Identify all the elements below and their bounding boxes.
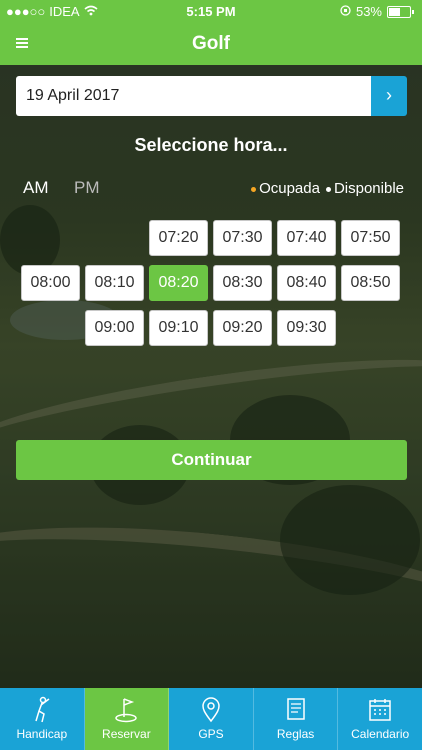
time-slot[interactable]: 07:30 — [213, 220, 272, 256]
time-slot[interactable]: 08:00 — [21, 265, 80, 301]
next-date-button[interactable]: › — [371, 76, 407, 116]
chevron-right-icon: › — [386, 85, 392, 105]
background-overlay — [0, 65, 422, 688]
time-slot[interactable]: 09:10 — [149, 310, 208, 346]
orientation-lock-icon — [340, 4, 351, 19]
time-slot[interactable]: 08:10 — [85, 265, 144, 301]
status-bar: ●●●○○ IDEA 5:15 PM 53% — [0, 0, 422, 22]
flag-hole-icon — [112, 696, 140, 724]
am-toggle[interactable]: AM — [23, 178, 49, 198]
time-slot[interactable]: 08:40 — [277, 265, 336, 301]
tab-calendario[interactable]: Calendario — [338, 688, 422, 750]
available-dot-icon — [325, 186, 331, 192]
battery-icon — [387, 5, 411, 18]
continue-button[interactable]: Continuar — [16, 440, 407, 480]
legend-occupied: Ocupada — [251, 180, 320, 197]
tab-label: GPS — [198, 727, 224, 741]
tab-reglas[interactable]: Reglas — [254, 688, 339, 750]
map-pin-icon — [197, 696, 225, 724]
date-field[interactable]: 19 April 2017 — [16, 76, 371, 116]
time-slot[interactable]: 08:50 — [341, 265, 400, 301]
time-slot[interactable]: 09:30 — [277, 310, 336, 346]
time-slot[interactable]: 07:20 — [149, 220, 208, 256]
time-slot[interactable]: 09:20 — [213, 310, 272, 346]
legend: Ocupada Disponible — [251, 180, 404, 197]
select-time-hint: Seleccione hora... — [134, 135, 288, 155]
time-slot[interactable]: 07:40 — [277, 220, 336, 256]
time-slot-selected[interactable]: 08:20 — [149, 265, 208, 301]
time-slot[interactable]: 07:50 — [341, 220, 400, 256]
golfer-icon — [28, 696, 56, 724]
tab-label: Handicap — [16, 727, 68, 741]
calendar-icon — [366, 696, 394, 724]
time-slot[interactable]: 09:00 — [85, 310, 144, 346]
page-title: Golf — [192, 33, 230, 54]
battery-percent: 53% — [355, 4, 382, 19]
pm-toggle[interactable]: PM — [74, 178, 100, 198]
occupied-dot-icon — [251, 186, 257, 192]
tab-handicap[interactable]: Handicap — [0, 688, 85, 750]
status-right: 53% — [340, 4, 414, 19]
battery-tip-icon — [412, 9, 414, 14]
golf-course-background — [0, 65, 422, 688]
top-bar: ●●●○○ IDEA 5:15 PM 53% Golf — [0, 0, 422, 65]
rulebook-icon — [282, 696, 310, 724]
legend-available-label: Disponible — [333, 180, 404, 197]
legend-occupied-label: Ocupada — [259, 180, 320, 197]
tab-label: Reservar — [102, 727, 151, 741]
tab-label: Reglas — [276, 727, 315, 741]
tab-reservar[interactable]: Reservar — [84, 688, 170, 750]
legend-available: Disponible — [325, 180, 404, 197]
bottom-tab-bar: Handicap Reservar GPS Reglas Calendario — [0, 688, 422, 750]
tab-gps[interactable]: GPS — [169, 688, 254, 750]
tab-label: Calendario — [351, 727, 410, 741]
time-slot[interactable]: 08:30 — [213, 265, 272, 301]
